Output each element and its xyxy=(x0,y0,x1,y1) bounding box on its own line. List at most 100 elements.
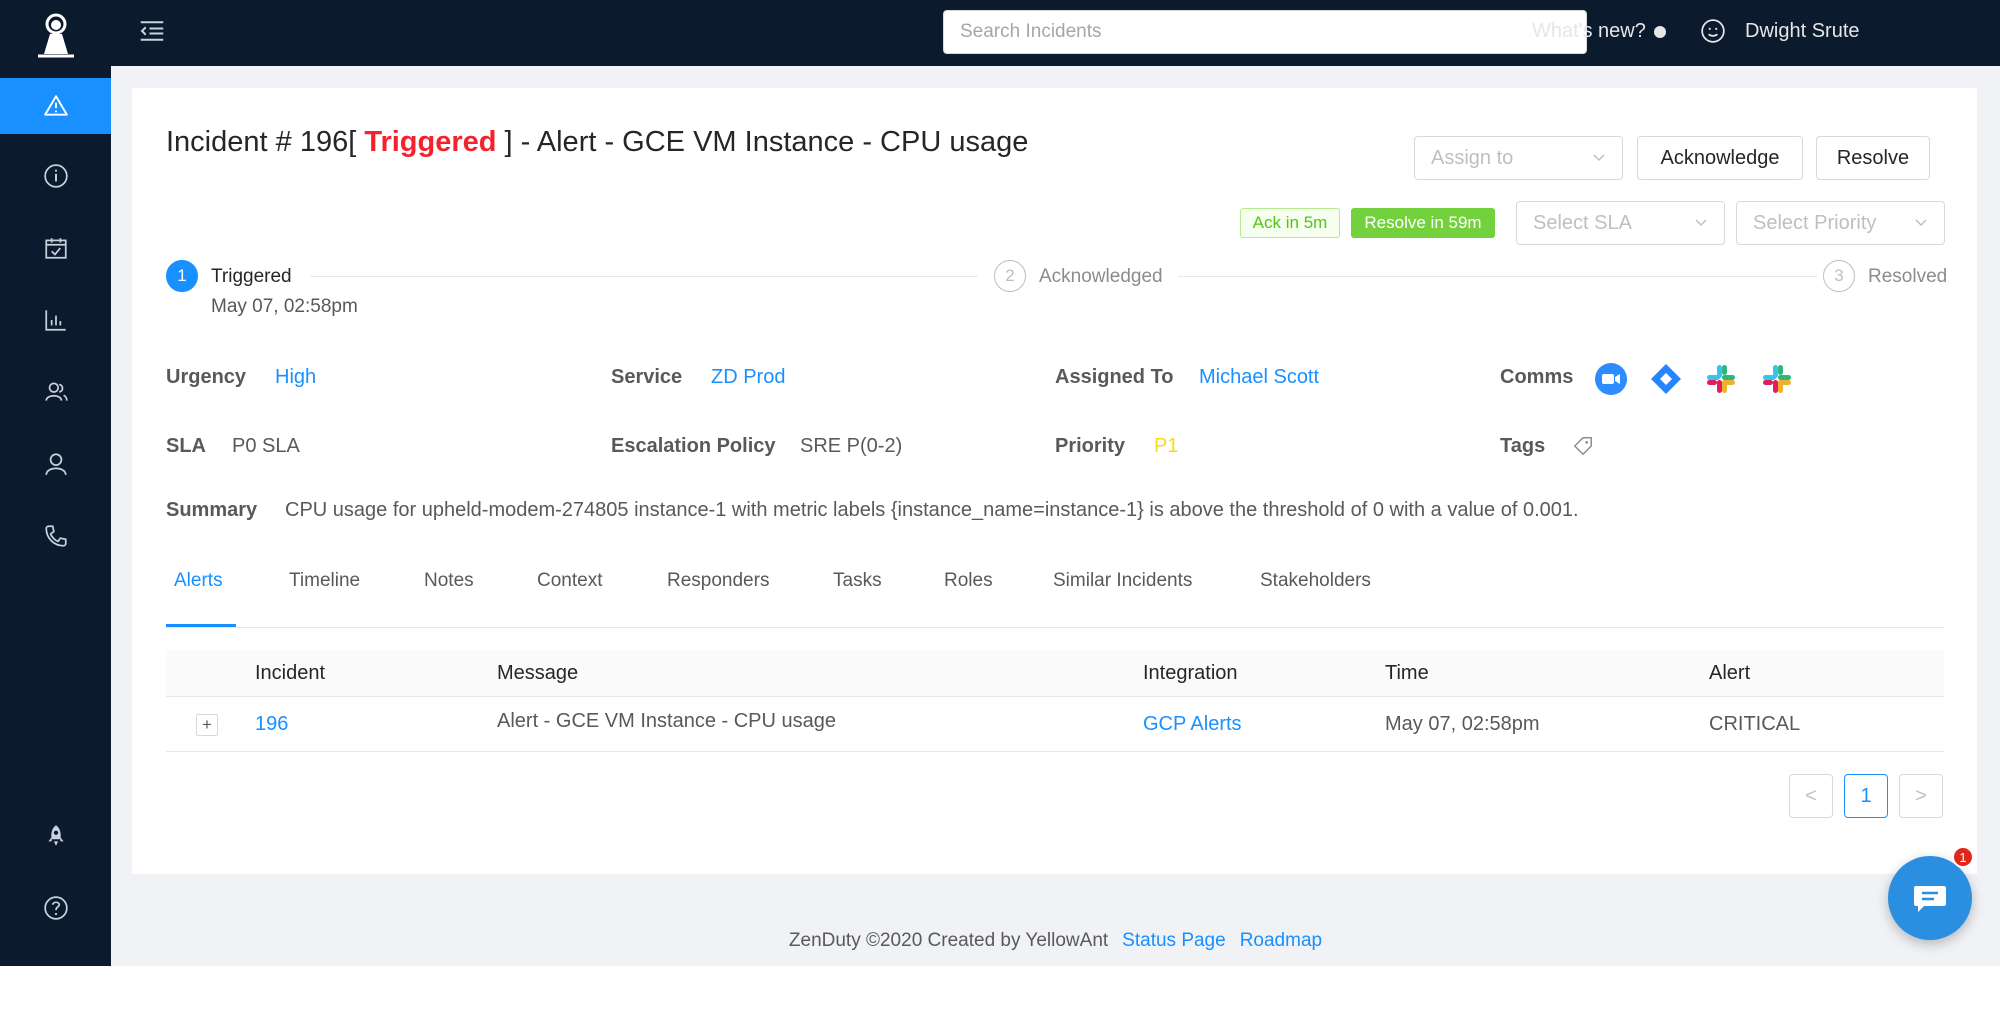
footer: ZenDuty ©2020 Created by YellowAnt Status… xyxy=(111,930,2000,952)
select-sla-placeholder: Select SLA xyxy=(1533,211,1632,234)
phone-icon xyxy=(44,525,67,547)
acknowledge-button[interactable]: Acknowledge xyxy=(1637,136,1803,180)
step-1-time: May 07, 02:58pm xyxy=(211,296,358,317)
tab-tasks[interactable]: Tasks xyxy=(833,570,882,592)
chat-unread-badge: 1 xyxy=(1952,846,1974,868)
sidebar-item-incidents[interactable] xyxy=(0,78,111,134)
integration-link[interactable]: GCP Alerts xyxy=(1143,713,1242,736)
urgency-value[interactable]: High xyxy=(275,366,316,389)
step-3-circle: 3 xyxy=(1823,260,1855,292)
zenduty-logo-icon[interactable] xyxy=(36,12,76,58)
notification-dot xyxy=(1653,25,1666,38)
summary-label: Summary xyxy=(166,499,258,521)
user-name[interactable]: Dwight Srute xyxy=(1745,20,1860,43)
summary-value: CPU usage for upheld-modem-274805 instan… xyxy=(285,499,1579,521)
column-header-incident: Incident xyxy=(255,662,326,684)
alert-time: May 07, 02:58pm xyxy=(1385,713,1540,735)
comms-label: Comms xyxy=(1500,366,1574,388)
table-row[interactable]: + 196 Alert - GCE VM Instance - CPU usag… xyxy=(166,697,1944,752)
expand-row-button[interactable]: + xyxy=(196,714,218,736)
footer-copyright: ZenDuty ©2020 Created by YellowAnt xyxy=(788,930,1109,951)
assigned-to-value[interactable]: Michael Scott xyxy=(1199,366,1319,389)
escalation-policy-label: Escalation Policy xyxy=(611,435,776,457)
incident-number-link[interactable]: 196 xyxy=(255,713,288,736)
tab-alerts[interactable]: Alerts xyxy=(174,570,223,592)
whats-new-label: What's new? xyxy=(1532,20,1646,42)
menu-fold-icon[interactable] xyxy=(137,16,167,46)
service-label: Service xyxy=(611,366,683,388)
sidebar-item-help[interactable] xyxy=(0,880,111,936)
slack-icon[interactable] xyxy=(1704,362,1738,396)
select-priority-placeholder: Select Priority xyxy=(1753,211,1877,234)
jira-icon[interactable] xyxy=(1649,362,1683,396)
whats-new-link[interactable]: What's new? xyxy=(1532,20,1666,43)
rocket-icon xyxy=(47,825,64,846)
urgency-label: Urgency xyxy=(166,366,247,388)
assign-to-select[interactable]: Assign to xyxy=(1414,136,1623,180)
resolve-button[interactable]: Resolve xyxy=(1816,136,1930,180)
tab-roles[interactable]: Roles xyxy=(944,570,993,592)
chat-icon xyxy=(1914,886,1946,912)
smile-icon[interactable] xyxy=(1700,18,1726,44)
table-header: Incident Message Integration Time Alert xyxy=(166,650,1944,697)
resolve-sla-tag: Resolve in 59m xyxy=(1351,208,1495,238)
tag-icon[interactable] xyxy=(1572,435,1594,457)
priority-label: Priority xyxy=(1055,435,1126,457)
sidebar-item-schedules[interactable] xyxy=(0,220,111,276)
pagination-prev-button[interactable]: < xyxy=(1789,774,1833,818)
sidebar-item-info[interactable] xyxy=(0,148,111,204)
tab-timeline[interactable]: Timeline xyxy=(289,570,360,592)
step-3-label: Resolved xyxy=(1868,266,1948,287)
tab-context[interactable]: Context xyxy=(537,570,602,592)
status-page-link[interactable]: Status Page xyxy=(1122,930,1226,951)
select-sla[interactable]: Select SLA xyxy=(1516,201,1725,245)
chevron-down-icon xyxy=(1593,154,1605,162)
sidebar-item-teams[interactable] xyxy=(0,364,111,420)
tab-notes[interactable]: Notes xyxy=(424,570,474,592)
assign-to-placeholder: Assign to xyxy=(1431,146,1514,169)
incident-title: Incident # 196[ Triggered ] - Alert - GC… xyxy=(166,126,1028,159)
zoom-icon[interactable] xyxy=(1594,362,1628,396)
chevron-down-icon xyxy=(1915,219,1927,227)
step-1-label: Triggered xyxy=(211,266,292,287)
sidebar-item-phone[interactable] xyxy=(0,508,111,564)
column-header-integration: Integration xyxy=(1143,662,1238,684)
service-value[interactable]: ZD Prod xyxy=(711,366,785,389)
column-header-time: Time xyxy=(1385,662,1429,684)
column-header-alert: Alert xyxy=(1709,662,1751,684)
tab-responders[interactable]: Responders xyxy=(667,570,769,592)
alert-triangle-icon xyxy=(43,95,68,116)
tags-label: Tags xyxy=(1500,435,1546,457)
sidebar-item-users[interactable] xyxy=(0,436,111,492)
step-1-circle: 1 xyxy=(166,260,198,292)
team-icon xyxy=(44,382,68,401)
incident-title-prefix: Incident # 196[ xyxy=(166,126,357,158)
info-icon xyxy=(43,164,68,188)
incident-title-suffix: ] - Alert - GCE VM Instance - CPU usage xyxy=(504,126,1029,158)
help-icon xyxy=(43,896,68,920)
incident-tabs: Alerts Timeline Notes Context Responders… xyxy=(166,560,1944,628)
select-priority[interactable]: Select Priority xyxy=(1736,201,1945,245)
pagination-page-1[interactable]: 1 xyxy=(1844,774,1888,818)
priority-value: P1 xyxy=(1154,435,1179,457)
assigned-to-label: Assigned To xyxy=(1055,366,1174,388)
sidebar-item-analytics[interactable] xyxy=(0,292,111,348)
tab-stakeholders[interactable]: Stakeholders xyxy=(1260,570,1371,592)
slack-icon[interactable] xyxy=(1760,362,1794,396)
search-input[interactable] xyxy=(943,10,1587,54)
user-icon xyxy=(44,453,67,476)
alert-severity: CRITICAL xyxy=(1709,713,1801,735)
incident-status: Triggered xyxy=(364,126,497,158)
sidebar xyxy=(0,0,111,966)
bar-chart-icon xyxy=(44,310,66,331)
tab-similar-incidents[interactable]: Similar Incidents xyxy=(1053,570,1192,592)
escalation-policy-value: SRE P(0-2) xyxy=(800,435,903,457)
sla-value: P0 SLA xyxy=(232,435,300,457)
sidebar-item-whats-new[interactable] xyxy=(0,808,111,864)
chevron-down-icon xyxy=(1695,219,1707,227)
step-connector xyxy=(1178,276,1818,277)
ack-sla-tag: Ack in 5m xyxy=(1240,208,1340,238)
chat-launcher-button[interactable] xyxy=(1888,856,1972,940)
pagination-next-button[interactable]: > xyxy=(1899,774,1943,818)
roadmap-link[interactable]: Roadmap xyxy=(1240,930,1322,951)
